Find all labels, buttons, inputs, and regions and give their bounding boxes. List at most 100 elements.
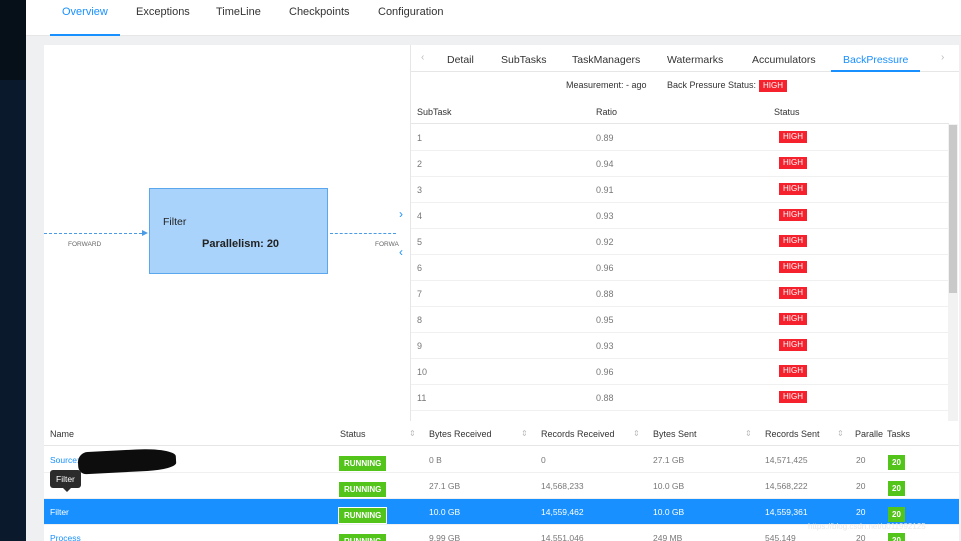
vertex-row[interactable]: Source: RUNNING 0 B 0 27.1 GB 14,571,425… [44,447,959,473]
tab-configuration[interactable]: Configuration [378,0,443,36]
bp-table-row: 2 0.94 HIGH [411,151,949,177]
bp-table-row: 5 0.92 HIGH [411,229,949,255]
vertex-records-received: 14,559,462 [541,507,584,517]
vertex-tasks-badge: 20 [888,455,905,470]
subtask-ratio: 0.89 [596,133,614,143]
tab-timeline[interactable]: TimeLine [216,0,261,36]
col-bytes-sent[interactable]: Bytes Sent [653,429,697,439]
bp-table-row: 11 0.88 HIGH [411,385,949,411]
output-edge-label: FORWA [375,241,399,248]
subtask-ratio: 0.88 [596,289,614,299]
name-tooltip: Filter [50,470,81,488]
subtask-status-badge: HIGH [779,235,807,247]
subtask-status-badge: HIGH [779,287,807,299]
vertex-status-badge: RUNNING [338,481,388,498]
subtask-id: 7 [417,289,423,299]
vertex-records-received: 0 [541,455,546,465]
col-bytes-received[interactable]: Bytes Received [429,429,492,439]
graph-node-filter[interactable]: Filter Parallelism: 20 [149,188,328,274]
input-edge [44,233,142,234]
bp-table-scrollbar[interactable] [948,124,958,421]
vertex-parallelism: 20 [856,481,866,491]
subtask-status-badge: HIGH [779,261,807,273]
subtask-status-badge: HIGH [779,365,807,377]
subtask-ratio: 0.95 [596,315,614,325]
subtab-accumulators[interactable]: Accumulators [752,45,816,72]
sort-icon[interactable]: ⇕ [633,429,640,438]
sort-icon[interactable]: ⇕ [409,429,416,438]
vertex-name-link[interactable]: Filter [50,507,69,517]
subtask-status-badge: HIGH [779,183,807,195]
vertex-name-link[interactable]: Process [50,533,81,541]
vertex-records-received: 14,568,233 [541,481,584,491]
vertex-parallelism: 20 [856,455,866,465]
subtask-ratio: 0.93 [596,341,614,351]
subtask-status-badge: HIGH [779,391,807,403]
sort-icon[interactable]: ⇕ [521,429,528,438]
vertex-bytes-received: 27.1 GB [429,481,461,491]
bp-table-row: 10 0.96 HIGH [411,359,949,385]
vertex-tasks-badge: 20 [888,507,905,522]
subtask-ratio: 0.88 [596,393,614,403]
vertex-row[interactable]: RUNNING 27.1 GB 14,568,233 10.0 GB 14,56… [44,473,959,499]
sort-icon[interactable]: ⇕ [745,429,752,438]
subtask-ratio: 0.92 [596,237,614,247]
col-records-received[interactable]: Records Received [541,429,615,439]
col-status: Status [774,107,800,117]
tab-checkpoints[interactable]: Checkpoints [289,0,350,36]
vertex-status-badge: RUNNING [338,533,388,541]
subtask-status-badge: HIGH [779,209,807,221]
chevron-left-icon[interactable]: ‹ [399,246,403,258]
vertex-records-sent: 14,559,361 [765,507,808,517]
subtab-detail[interactable]: Detail [447,45,474,72]
subtab-backpressure[interactable]: BackPressure [831,45,921,72]
node-parallelism: Parallelism: 20 [202,238,280,250]
chevron-right-icon[interactable]: › [399,208,403,220]
col-parallelism[interactable]: Paralle [855,429,883,439]
vertex-status-badge: RUNNING [338,507,388,524]
vertex-bytes-sent: 27.1 GB [653,455,685,465]
tab-overview[interactable]: Overview [50,0,120,36]
subtask-id: 4 [417,211,423,221]
vertex-records-received: 14,551,046 [541,533,584,541]
col-records-sent[interactable]: Records Sent [765,429,820,439]
vertex-parallelism: 20 [856,533,866,541]
subtab-taskmanagers[interactable]: TaskManagers [572,45,640,72]
detail-subtabs: ‹ Detail SubTasks TaskManagers Watermark… [411,45,959,72]
subtask-id: 10 [417,367,428,377]
tab-exceptions[interactable]: Exceptions [136,0,190,36]
job-graph[interactable]: FORWARD Filter Parallelism: 20 FORWA › ‹ [44,45,410,421]
col-status[interactable]: Status [340,429,366,439]
scrollbar-thumb[interactable] [949,125,957,293]
subtask-ratio: 0.93 [596,211,614,221]
subtask-ratio: 0.96 [596,263,614,273]
job-nav-tabs: Overview Exceptions TimeLine Checkpoints… [26,0,961,36]
bp-table-row: 3 0.91 HIGH [411,177,949,203]
chevron-right-icon[interactable]: › [941,52,944,63]
sort-icon[interactable]: ⇕ [837,429,844,438]
vertex-parallelism: 20 [856,507,866,517]
vertex-bytes-received: 10.0 GB [429,507,461,517]
bp-status-badge: HIGH [759,80,787,92]
vertex-bytes-sent: 10.0 GB [653,507,685,517]
col-tasks[interactable]: Tasks [887,429,910,439]
bp-table-row: 1 0.89 HIGH [411,125,949,151]
vertex-tasks-badge: 20 [888,481,905,496]
bp-status: HIGH [759,78,787,92]
subtab-subtasks[interactable]: SubTasks [501,45,547,72]
col-name[interactable]: Name [50,429,74,439]
subtask-id: 5 [417,237,423,247]
col-subtask: SubTask [417,107,452,117]
subtab-watermarks[interactable]: Watermarks [667,45,723,72]
vertex-bytes-received: 9.99 GB [429,533,461,541]
bp-table-row: 9 0.93 HIGH [411,333,949,359]
subtask-status-badge: HIGH [779,157,807,169]
bp-table-row: 8 0.95 HIGH [411,307,949,333]
sidebar-top-block [0,0,26,80]
vertex-name-link[interactable]: Source: [50,455,79,465]
vertex-table-header: Name Status ⇕ Bytes Received ⇕ Records R… [44,421,959,446]
subtask-id: 6 [417,263,423,273]
vertex-tasks-badge: 20 [888,533,905,541]
chevron-left-icon[interactable]: ‹ [421,52,424,63]
vertex-status-badge: RUNNING [338,455,388,472]
